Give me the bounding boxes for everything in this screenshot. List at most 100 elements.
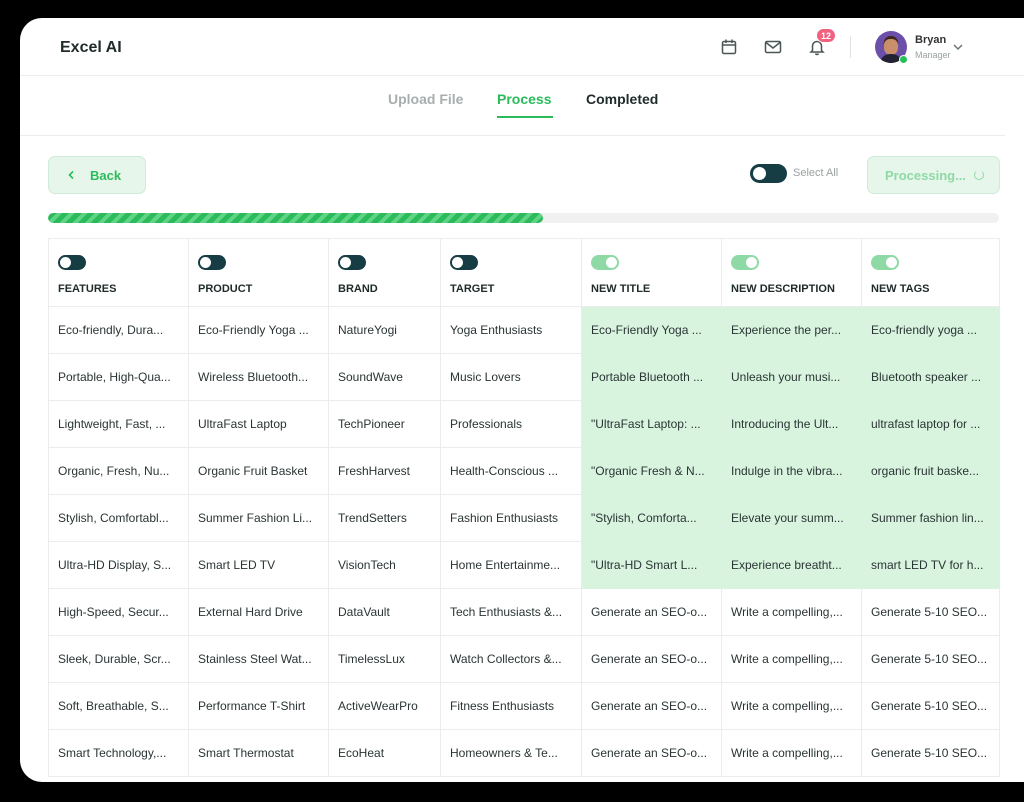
table-cell[interactable]: Generate 5-10 SEO...	[861, 635, 1000, 683]
table-cell[interactable]: Homeowners & Te...	[440, 729, 582, 777]
table-cell[interactable]: ultrafast laptop for ...	[861, 400, 1000, 448]
table-cell[interactable]: SoundWave	[328, 353, 441, 401]
column-toggle[interactable]	[450, 255, 478, 270]
table-cell[interactable]: Write a compelling,...	[721, 682, 862, 730]
table-cell[interactable]: Introducing the Ult...	[721, 400, 862, 448]
table-cell[interactable]: "Stylish, Comforta...	[581, 494, 722, 542]
table-cell[interactable]: VisionTech	[328, 541, 441, 589]
table-cell[interactable]: Ultra-HD Display, S...	[48, 541, 189, 589]
back-button[interactable]: Back	[48, 156, 146, 194]
table-cell[interactable]: Write a compelling,...	[721, 588, 862, 636]
column-toggle[interactable]	[871, 255, 899, 270]
table-cell[interactable]: Tech Enthusiasts &...	[440, 588, 582, 636]
column-toggle[interactable]	[338, 255, 366, 270]
table-cell[interactable]: Stainless Steel Wat...	[188, 635, 329, 683]
table-cell[interactable]: Smart Thermostat	[188, 729, 329, 777]
table-cell[interactable]: "Ultra-HD Smart L...	[581, 541, 722, 589]
table-cell[interactable]: Bluetooth speaker ...	[861, 353, 1000, 401]
table-cell[interactable]: Generate 5-10 SEO...	[861, 682, 1000, 730]
table-cell[interactable]: NatureYogi	[328, 306, 441, 354]
table-row[interactable]: Stylish, Comfortabl... Summer Fashion Li.…	[48, 494, 1000, 542]
table-cell[interactable]: Summer fashion lin...	[861, 494, 1000, 542]
table-cell[interactable]: Unleash your musi...	[721, 353, 862, 401]
table-cell[interactable]: Eco-friendly, Dura...	[48, 306, 189, 354]
table-row[interactable]: Smart Technology,... Smart Thermostat EcoH…	[48, 729, 1000, 777]
column-header: PRODUCT	[188, 238, 329, 307]
table-cell[interactable]: Fitness Enthusiasts	[440, 682, 582, 730]
table-cell[interactable]: Smart LED TV	[188, 541, 329, 589]
table-cell[interactable]: Eco-friendly yoga ...	[861, 306, 1000, 354]
table-row[interactable]: Organic, Fresh, Nu... Organic Fruit Baske…	[48, 447, 1000, 495]
table-cell[interactable]: Summer Fashion Li...	[188, 494, 329, 542]
table-cell[interactable]: Experience the per...	[721, 306, 862, 354]
tab-process[interactable]: Process	[497, 91, 551, 107]
table-cell[interactable]: Write a compelling,...	[721, 729, 862, 777]
table-cell[interactable]: TrendSetters	[328, 494, 441, 542]
table-cell[interactable]: ActiveWearPro	[328, 682, 441, 730]
table-cell[interactable]: EcoHeat	[328, 729, 441, 777]
tab-completed[interactable]: Completed	[586, 91, 658, 107]
table-cell[interactable]: Generate an SEO-o...	[581, 635, 722, 683]
table-cell[interactable]: Eco-Friendly Yoga ...	[188, 306, 329, 354]
table-cell[interactable]: External Hard Drive	[188, 588, 329, 636]
select-all-toggle[interactable]	[750, 164, 787, 183]
table-row[interactable]: Portable, High-Qua... Wireless Bluetooth.…	[48, 353, 1000, 401]
table-cell[interactable]: Sleek, Durable, Scr...	[48, 635, 189, 683]
table-cell[interactable]: Write a compelling,...	[721, 635, 862, 683]
chevron-down-icon[interactable]	[952, 40, 964, 58]
column-header-label: TARGET	[450, 283, 495, 295]
table-cell[interactable]: TechPioneer	[328, 400, 441, 448]
table-row[interactable]: Soft, Breathable, S... Performance T-Shir…	[48, 682, 1000, 730]
table-row[interactable]: Eco-friendly, Dura... Eco-Friendly Yoga .…	[48, 306, 1000, 354]
table-row[interactable]: Ultra-HD Display, S... Smart LED TV Vision…	[48, 541, 1000, 589]
table-cell[interactable]: Generate 5-10 SEO...	[861, 729, 1000, 777]
table-row[interactable]: Lightweight, Fast, ... UltraFast Laptop Te…	[48, 400, 1000, 448]
column-toggle[interactable]	[591, 255, 619, 270]
table-cell[interactable]: Home Entertainme...	[440, 541, 582, 589]
table-cell[interactable]: Fashion Enthusiasts	[440, 494, 582, 542]
table-cell[interactable]: Stylish, Comfortabl...	[48, 494, 189, 542]
table-cell[interactable]: Generate 5-10 SEO...	[861, 588, 1000, 636]
table-cell[interactable]: Music Lovers	[440, 353, 582, 401]
table-cell[interactable]: Experience breatht...	[721, 541, 862, 589]
table-cell[interactable]: "Organic Fresh & N...	[581, 447, 722, 495]
table-cell[interactable]: Smart Technology,...	[48, 729, 189, 777]
table-cell[interactable]: Generate an SEO-o...	[581, 729, 722, 777]
table-cell[interactable]: Elevate your summ...	[721, 494, 862, 542]
table-cell[interactable]: Portable Bluetooth ...	[581, 353, 722, 401]
table-cell[interactable]: High-Speed, Secur...	[48, 588, 189, 636]
table-cell[interactable]: Eco-Friendly Yoga ...	[581, 306, 722, 354]
table-cell[interactable]: Indulge in the vibra...	[721, 447, 862, 495]
table-cell[interactable]: Generate an SEO-o...	[581, 682, 722, 730]
table-row[interactable]: High-Speed, Secur... External Hard Drive D…	[48, 588, 1000, 636]
column-toggle[interactable]	[731, 255, 759, 270]
table-cell[interactable]: organic fruit baske...	[861, 447, 1000, 495]
table-cell[interactable]: TimelessLux	[328, 635, 441, 683]
table-cell[interactable]: Lightweight, Fast, ...	[48, 400, 189, 448]
table-cell[interactable]: UltraFast Laptop	[188, 400, 329, 448]
table-cell[interactable]: Watch Collectors &...	[440, 635, 582, 683]
table-cell[interactable]: Wireless Bluetooth...	[188, 353, 329, 401]
processing-button[interactable]: Processing...	[867, 156, 1000, 194]
table-cell[interactable]: Generate an SEO-o...	[581, 588, 722, 636]
column-toggle[interactable]	[58, 255, 86, 270]
table-cell[interactable]: DataVault	[328, 588, 441, 636]
calendar-icon[interactable]	[718, 36, 740, 58]
table-cell[interactable]: FreshHarvest	[328, 447, 441, 495]
table-cell[interactable]: "UltraFast Laptop: ...	[581, 400, 722, 448]
app-window: Excel AI 12 Bryan Manager Upload File Pr…	[20, 18, 1024, 782]
tab-upload-file[interactable]: Upload File	[388, 91, 463, 107]
table-row[interactable]: Sleek, Durable, Scr... Stainless Steel Wa…	[48, 635, 1000, 683]
table-cell[interactable]: Soft, Breathable, S...	[48, 682, 189, 730]
table-cell[interactable]: Portable, High-Qua...	[48, 353, 189, 401]
table-cell[interactable]: Professionals	[440, 400, 582, 448]
table-cell[interactable]: Yoga Enthusiasts	[440, 306, 582, 354]
table-cell[interactable]: Performance T-Shirt	[188, 682, 329, 730]
table-cell[interactable]: Health-Conscious ...	[440, 447, 582, 495]
table-cell[interactable]: Organic, Fresh, Nu...	[48, 447, 189, 495]
progress-bar	[48, 213, 999, 223]
column-toggle[interactable]	[198, 255, 226, 270]
table-cell[interactable]: smart LED TV for h...	[861, 541, 1000, 589]
mail-icon[interactable]	[762, 36, 784, 58]
table-cell[interactable]: Organic Fruit Basket	[188, 447, 329, 495]
